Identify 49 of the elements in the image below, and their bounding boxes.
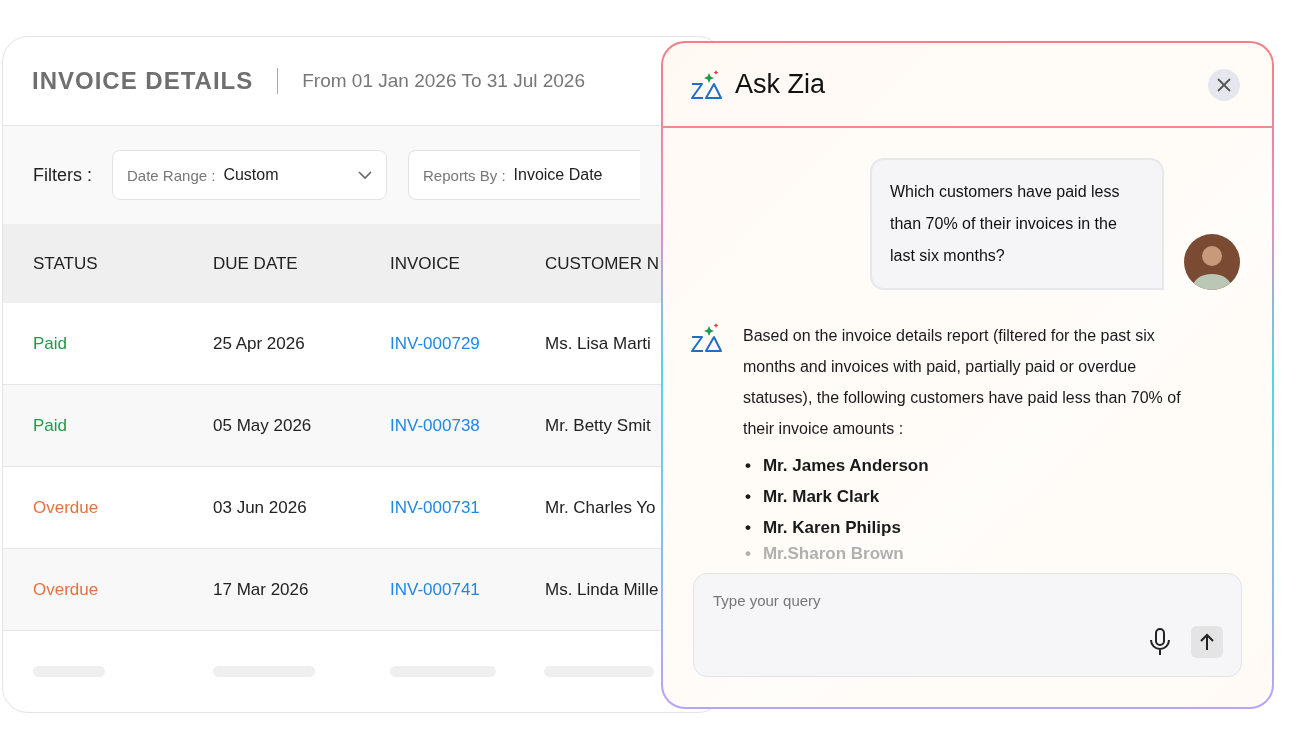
status-text: Paid [33,333,69,354]
due-date-cell-text: 17 Mar 2026 [213,579,310,600]
close-button[interactable] [1208,68,1240,101]
filter-key: Reports By : [423,166,506,184]
filter-dropdown[interactable]: Reports By : Invoice Date [408,150,640,200]
status-text: Paid [33,415,69,436]
arrow-up-icon [1199,633,1215,651]
bullet-mark: • [744,517,751,539]
bullet-mark: • [744,543,751,565]
report-title: INVOICE DETAILS [32,67,254,95]
customer-cell-text: Ms. Lisa Marti [545,333,652,354]
customer-cell-text: Mr. Charles Yo [545,497,657,518]
due-date-cell-text: 05 May 2026 [213,415,313,436]
invoice-link[interactable]: INV-000738 [390,415,480,435]
due-date-cell-text: 25 Apr 2026 [213,333,306,354]
bullet-mark: • [744,486,751,508]
microphone-icon[interactable] [1149,628,1171,656]
customer-cell-text: Mr. Betty Smit [545,415,652,436]
filter-value: Invoice Date [513,166,603,184]
query-field[interactable]: Type your query [713,592,1013,609]
column-header: CUSTOMER N [545,253,660,274]
invoice-link[interactable]: INV-000741 [390,579,480,599]
customer-list-item: Mr. James Anderson [762,455,929,477]
bullet-mark: • [744,455,751,477]
user-avatar [1184,234,1240,290]
filter-dropdown[interactable]: Date Range : Custom [112,150,387,200]
user-message: Which customers have paid less than 70% of their invoices in the last six months? [870,158,1164,290]
customer-list-item: Mr. Mark Clark [762,486,880,508]
column-header: DUE DATE [213,253,299,274]
date-range-text: From 01 Jan 2026 To 31 Jul 2026 [302,70,585,92]
status-text: Overdue [33,497,100,518]
close-icon [1216,76,1232,93]
filter-value: Custom [223,166,279,184]
customer-list-item: Mr.Sharon Brown [762,543,904,565]
customer-cell-text: Ms. Linda Mille [545,579,660,600]
zia-logo-icon [689,68,723,101]
invoice-link[interactable]: INV-000731 [390,497,480,517]
customer-list-item: Mr. Karen Philips [762,517,901,539]
invoice-link[interactable]: INV-000729 [390,333,480,353]
filter-key: Date Range : [127,166,216,184]
send-button[interactable] [1191,626,1223,658]
due-date-cell-text: 03 Jun 2026 [213,497,308,518]
status-text: Overdue [33,579,100,600]
column-header: STATUS [33,253,99,274]
column-header: INVOICE [390,253,461,274]
zia-logo-icon [689,322,723,354]
chat-title: Ask Zia [735,69,826,100]
assistant-message: Based on the invoice details report (filtered for the past six months and invoices with paid, partially paid or overdue statuses), the following customers have paid less than 70% of their invoice amounts : [743,326,1182,439]
filters-label: Filters : [33,164,92,186]
